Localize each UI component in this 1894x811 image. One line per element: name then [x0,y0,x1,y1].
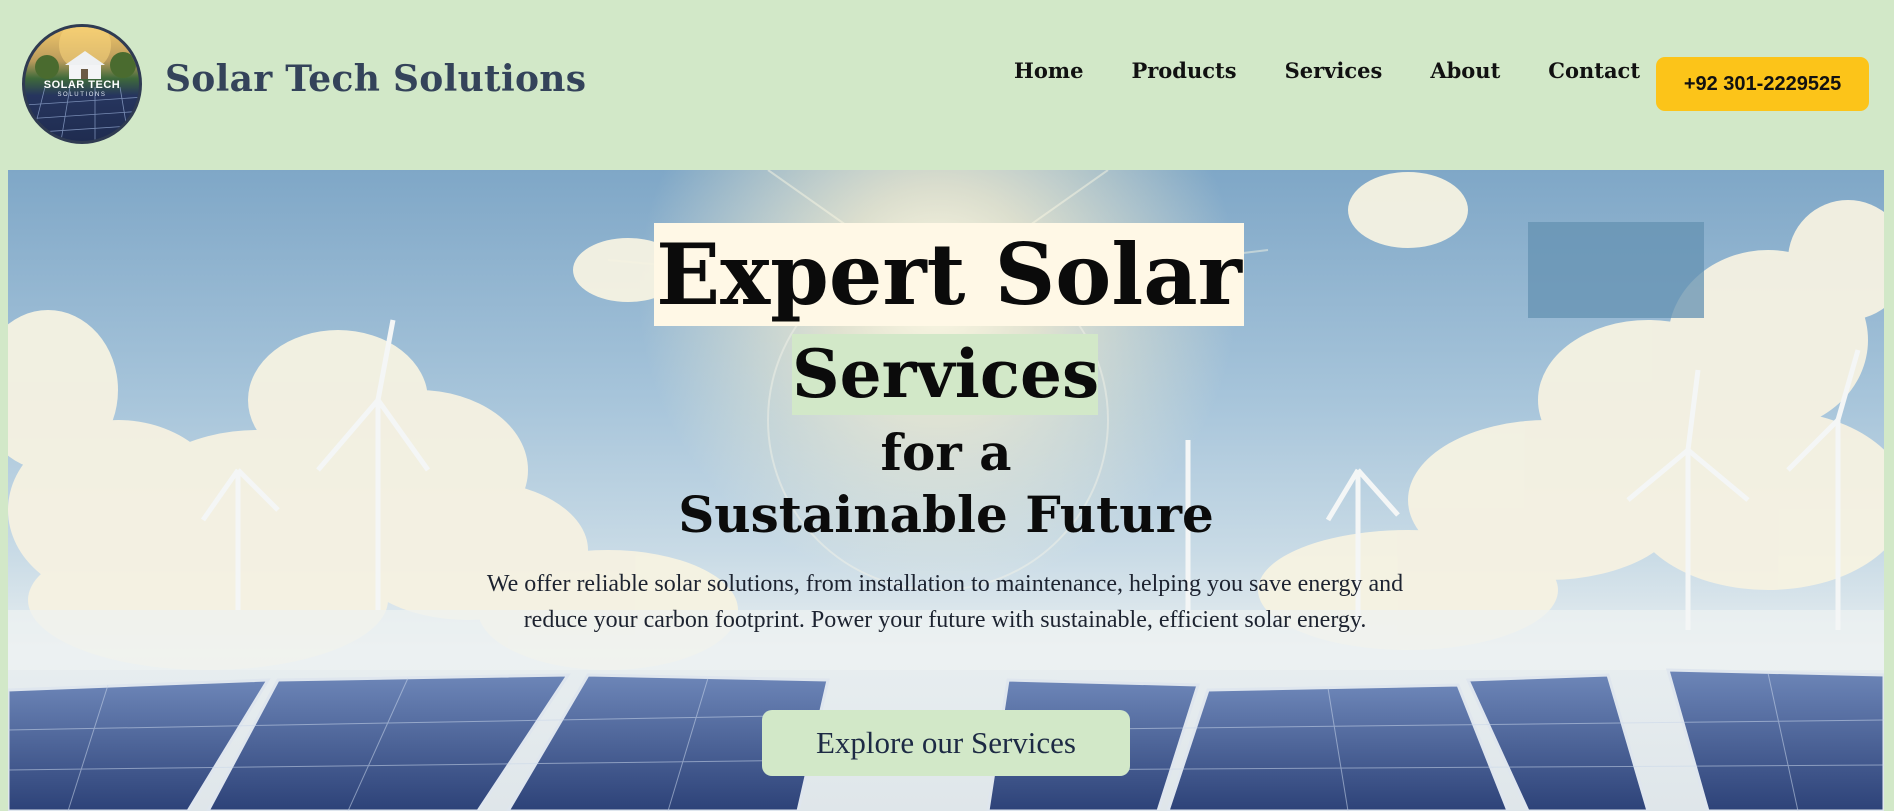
hero-title-line-1: Expert Solar [654,223,1244,326]
explore-services-button[interactable]: Explore our Services [762,710,1130,776]
site-header: SOLAR TECH SOLUTIONS Solar Tech Solution… [0,0,1894,170]
main-nav: Home Products Services About Contact [1014,58,1640,83]
nav-services[interactable]: Services [1285,58,1383,83]
hero-title-line-3: for a [880,423,1012,482]
logo[interactable]: SOLAR TECH SOLUTIONS [22,24,142,144]
hero-content: Expert Solar Services for a Sustainable … [8,170,1884,811]
hero-section: Expert Solar Services for a Sustainable … [8,170,1884,811]
phone-button[interactable]: +92 301-2229525 [1656,57,1869,111]
nav-home[interactable]: Home [1014,58,1083,83]
hero-title-line-4: Sustainable Future [678,485,1214,544]
logo-subtext: SOLUTIONS [57,92,107,98]
nav-products[interactable]: Products [1131,58,1236,83]
brand-name[interactable]: Solar Tech Solutions [165,58,586,100]
logo-text: SOLAR TECH [43,79,121,91]
nav-contact[interactable]: Contact [1548,58,1640,83]
nav-about[interactable]: About [1430,58,1500,83]
hero-title-line-2: Services [792,334,1100,415]
hero-description: We offer reliable solar solutions, from … [486,571,1404,633]
